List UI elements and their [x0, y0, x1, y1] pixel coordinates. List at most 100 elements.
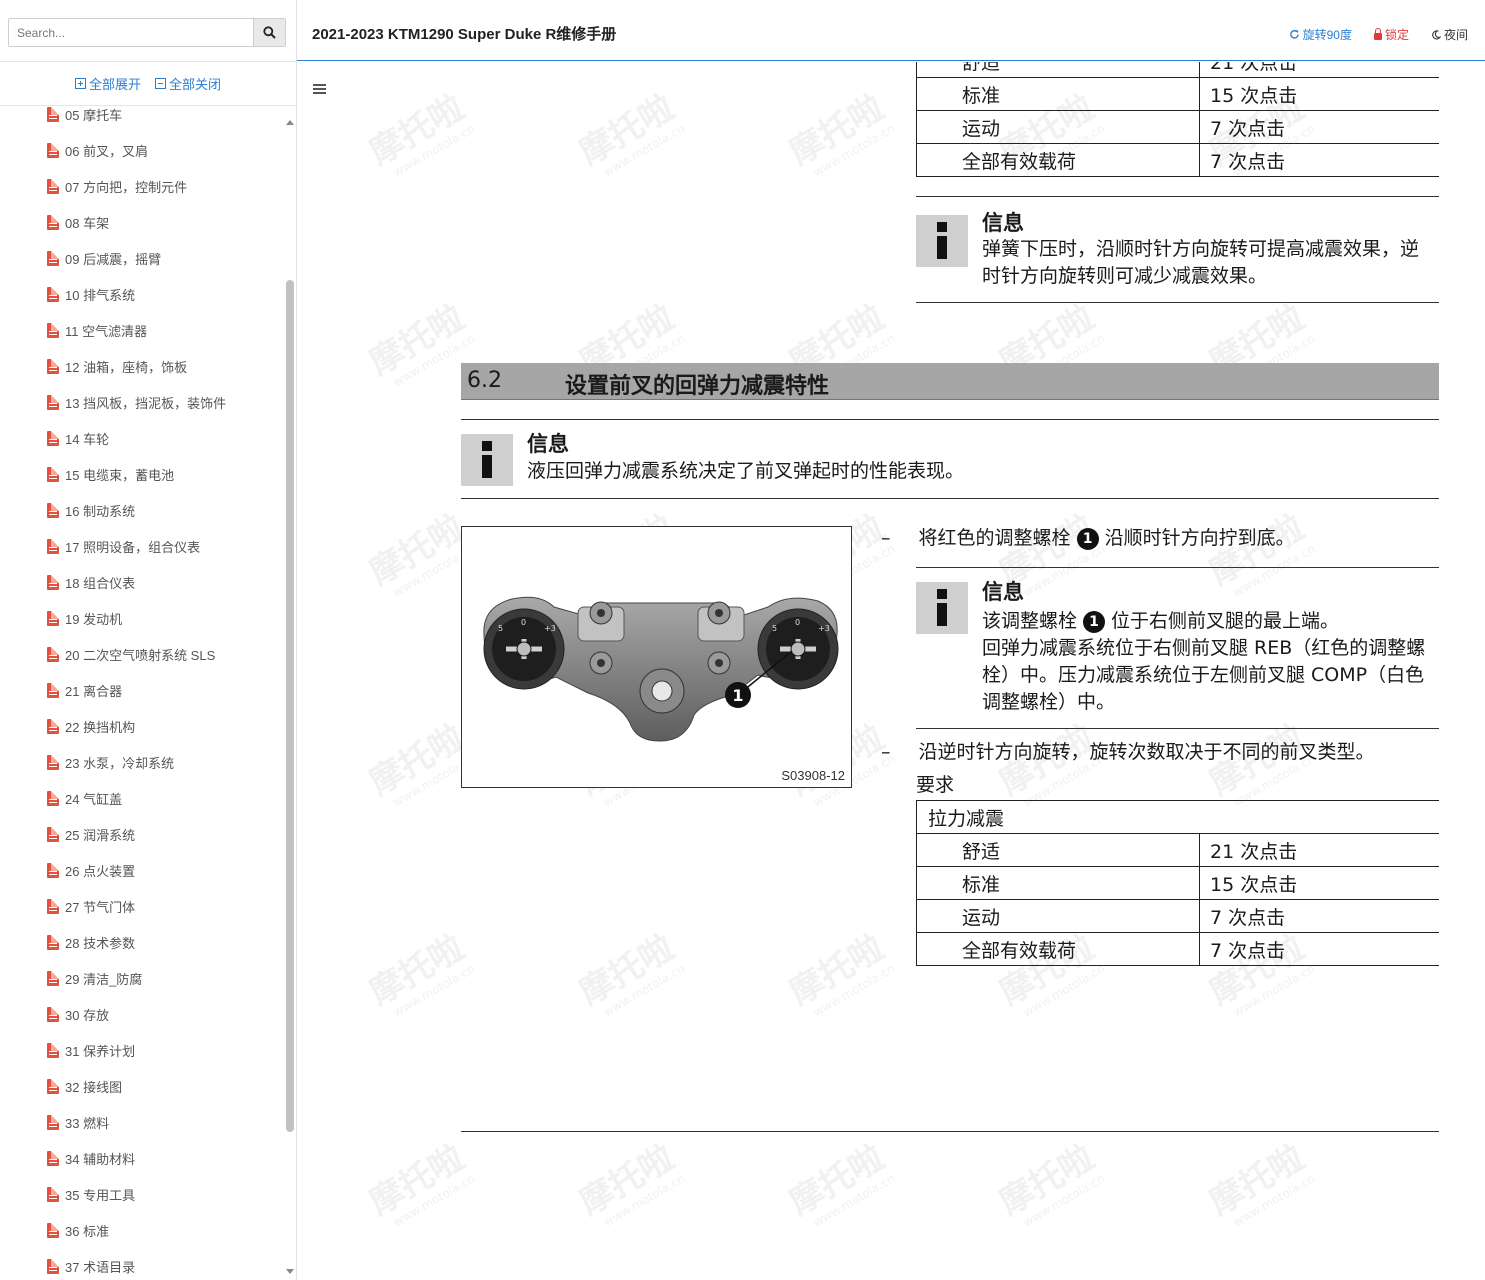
pdf-file-icon [47, 502, 59, 518]
pdf-file-icon [47, 826, 59, 842]
sidebar-scrollbar[interactable] [284, 106, 296, 1280]
watermark: 摩托啦www.motola.cn [989, 1131, 1108, 1235]
pdf-file-icon [47, 1078, 59, 1094]
toc-item[interactable]: 16 制动系统 [0, 492, 284, 528]
toc-item[interactable]: 37 术语目录 [0, 1248, 284, 1280]
watermark-text: 摩托啦 [782, 1137, 891, 1224]
rotate-button[interactable]: 旋转90度 [1289, 26, 1352, 43]
toc-item-label: 35 专用工具 [65, 1187, 136, 1203]
search-input[interactable] [9, 19, 253, 46]
lock-button[interactable]: 锁定 [1373, 26, 1409, 43]
pdf-file-icon [47, 322, 59, 338]
night-mode-button[interactable]: 夜间 [1431, 26, 1468, 43]
svg-text:+3: +3 [818, 624, 830, 633]
info-text-line: 该调整螺栓 1 位于右侧前叉腿的最上端。 [982, 608, 1439, 635]
pdf-file-icon [47, 898, 59, 914]
watermark-url: www.motola.cn [810, 121, 898, 180]
setting-value-cell: 7 次点击 [1199, 110, 1439, 144]
pdf-file-icon [47, 286, 59, 302]
page-bottom-rule [461, 1131, 1439, 1132]
setting-name-cell: 全部有效载荷 [916, 143, 1200, 177]
pdf-file-icon [47, 466, 59, 482]
toc-item[interactable]: 32 接线图 [0, 1068, 284, 1104]
pdf-file-icon [47, 214, 59, 230]
toc-item[interactable]: 11 空气滤清器 [0, 312, 284, 348]
divider [916, 302, 1439, 303]
toc-item-label: 21 离合器 [65, 683, 123, 699]
toc-item[interactable]: 07 方向把，控制元件 [0, 168, 284, 204]
toc-item[interactable]: 05 摩托车 [0, 106, 284, 132]
toc-item[interactable]: 35 专用工具 [0, 1176, 284, 1212]
step-dash: – [881, 527, 891, 549]
scroll-down-arrow-icon[interactable] [286, 1269, 294, 1274]
toc-item[interactable]: 36 标准 [0, 1212, 284, 1248]
watermark-url: www.motola.cn [390, 961, 478, 1020]
step-text: 沿逆时针方向旋转，旋转次数取决于不同的前叉类型。 [918, 741, 1375, 763]
watermark-url: www.motola.cn [600, 1171, 688, 1230]
toc-item[interactable]: 25 润滑系统 [0, 816, 284, 852]
toc-item[interactable]: 13 挡风板，挡泥板，装饰件 [0, 384, 284, 420]
setting-value-cell: 21 次点击 [1199, 62, 1439, 78]
toc-item[interactable]: 18 组合仪表 [0, 564, 284, 600]
toc-item[interactable]: 30 存放 [0, 996, 284, 1032]
toc-item[interactable]: 08 车架 [0, 204, 284, 240]
info-text-line: 栓）中。压力减震系统位于左侧前叉腿 COMP（白色 [982, 664, 1425, 686]
toc-item[interactable]: 22 换挡机构 [0, 708, 284, 744]
pdf-file-icon [47, 754, 59, 770]
toc-item[interactable]: 33 燃料 [0, 1104, 284, 1140]
toc-item[interactable]: 27 节气门体 [0, 888, 284, 924]
toc-item[interactable]: 24 气缸盖 [0, 780, 284, 816]
expand-all-button[interactable]: 全部展开 [74, 74, 141, 93]
toc-item[interactable]: 14 车轮 [0, 420, 284, 456]
toc-item[interactable]: 34 辅助材料 [0, 1140, 284, 1176]
search-button[interactable] [253, 19, 285, 46]
info-text-line: 回弹力减震系统位于右侧前叉腿 REB（红色的调整螺 [982, 637, 1426, 659]
moon-icon [1432, 29, 1441, 39]
minus-square-icon [155, 78, 166, 89]
toc-item[interactable]: 21 离合器 [0, 672, 284, 708]
toc-item[interactable]: 26 点火装置 [0, 852, 284, 888]
toc-item[interactable]: 06 前叉，叉肩 [0, 132, 284, 168]
watermark-url: www.motola.cn [810, 961, 898, 1020]
toc-item[interactable]: 19 发动机 [0, 600, 284, 636]
pdf-file-icon [47, 646, 59, 662]
figure-label: S03908-12 [781, 768, 845, 783]
watermark-text: 摩托啦 [362, 507, 471, 594]
search-icon [263, 26, 276, 39]
toc-item[interactable]: 20 二次空气喷射系统 SLS [0, 636, 284, 672]
setting-name-cell: 运动 [916, 899, 1200, 933]
scroll-up-arrow-icon[interactable] [286, 120, 294, 125]
toc-item[interactable]: 28 技术参数 [0, 924, 284, 960]
watermark-text: 摩托啦 [992, 1137, 1101, 1224]
collapse-all-button[interactable]: 全部关闭 [155, 74, 221, 93]
rebound-damping-table: 拉力减震 舒适 21 次点击 标准 15 次点击 运动 7 次点击 全部有效载荷 7 次点击 [916, 800, 1439, 966]
night-label: 夜间 [1443, 28, 1468, 42]
svg-text:+3: +3 [544, 624, 556, 633]
toc-item[interactable]: 10 排气系统 [0, 276, 284, 312]
section-title: 设置前叉的回弹力减震特性 [565, 374, 830, 399]
toc-tree: 05 摩托车 06 前叉，叉肩 07 方向把，控制元件 08 车架 09 后减震，摇臂 1… [0, 106, 284, 1280]
section-heading: 6.2 设置前叉的回弹力减震特性 [461, 363, 1439, 400]
divider [916, 196, 1439, 197]
divider [916, 728, 1439, 729]
setting-name-cell: 舒适 [916, 62, 1200, 78]
info-title: 信息 [982, 580, 1024, 604]
watermark-url: www.motola.cn [1020, 961, 1108, 1020]
toc-item[interactable]: 12 油箱，座椅，饰板 [0, 348, 284, 384]
toc-item-label: 19 发动机 [65, 611, 123, 627]
watermark: 摩托啦www.motola.cn [569, 81, 688, 185]
scroll-thumb[interactable] [286, 280, 294, 1132]
toc-item[interactable]: 09 后减震，摇臂 [0, 240, 284, 276]
toc-item[interactable]: 29 清洁_防腐 [0, 960, 284, 996]
toc-item[interactable]: 31 保养计划 [0, 1032, 284, 1068]
divider [916, 567, 1439, 568]
toc-item[interactable]: 23 水泵，冷却系统 [0, 744, 284, 780]
toc-item-label: 15 电缆束，蓄电池 [65, 467, 175, 483]
toc-item[interactable]: 15 电缆束，蓄电池 [0, 456, 284, 492]
lock-icon [1373, 28, 1382, 40]
triple-clamp-illustration: 5 0 +3 5 0 +3 1 [483, 596, 839, 742]
toc-item-label: 08 车架 [65, 215, 110, 231]
toc-item[interactable]: 17 照明设备，组合仪表 [0, 528, 284, 564]
setting-name-cell: 标准 [916, 866, 1200, 900]
toc-item-label: 37 术语目录 [65, 1259, 136, 1275]
